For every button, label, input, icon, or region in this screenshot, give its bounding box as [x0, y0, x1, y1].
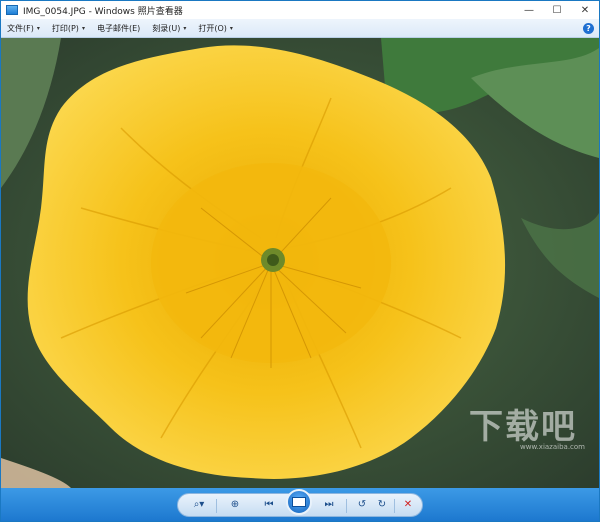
chevron-down-icon: ▾: [183, 24, 187, 32]
photo-viewer-window: IMG_0054.JPG - Windows 照片查看器 — ☐ ✕ 文件(F)…: [0, 0, 600, 522]
maximize-button[interactable]: ☐: [543, 1, 571, 19]
menu-file[interactable]: 文件(F) ▾: [1, 19, 46, 38]
menu-open-label: 打开(O): [198, 23, 227, 33]
actual-size-icon[interactable]: ⊕: [226, 497, 244, 513]
help-icon[interactable]: ?: [583, 23, 594, 34]
slideshow-icon: [292, 496, 306, 507]
photo-viewer-app-icon: [6, 5, 18, 15]
toolbar-divider: [346, 498, 347, 513]
chevron-down-icon: ▾: [36, 24, 40, 32]
photo-display: 下载吧 www.xiazaiba.com: [1, 38, 599, 488]
chevron-down-icon: ▾: [229, 24, 233, 32]
rotate-counterclockwise-icon[interactable]: ↺: [354, 497, 370, 513]
menu-burn[interactable]: 刻录(U) ▾: [146, 19, 192, 38]
menu-open[interactable]: 打开(O) ▾: [192, 19, 239, 38]
toolbar-divider: [216, 498, 217, 513]
delete-icon[interactable]: ✕: [400, 497, 416, 513]
toolbar-divider: [394, 498, 395, 513]
previous-icon[interactable]: ⏮: [258, 497, 280, 513]
slideshow-button[interactable]: [286, 488, 312, 515]
menu-file-label: 文件(F): [7, 23, 34, 33]
watermark-url: www.xiazaiba.com: [520, 443, 585, 451]
chevron-down-icon: ▾: [81, 24, 85, 32]
toolbar-pill: ⌕▾ ⊕ ⏮ ⏭ ↺ ↻ ✕: [177, 488, 423, 517]
minimize-button[interactable]: —: [515, 1, 543, 19]
menu-print-label: 打印(P): [51, 23, 79, 33]
bottom-toolbar: ⌕▾ ⊕ ⏮ ⏭ ↺ ↻ ✕: [1, 488, 599, 521]
menu-bar: 文件(F) ▾ 打印(P) ▾ 电子邮件(E) 刻录(U) ▾ 打开(O) ▾ ?: [1, 19, 599, 38]
rotate-clockwise-icon[interactable]: ↻: [374, 497, 390, 513]
menu-print[interactable]: 打印(P) ▾: [46, 19, 91, 38]
next-icon[interactable]: ⏭: [318, 497, 340, 513]
title-bar: IMG_0054.JPG - Windows 照片查看器 — ☐ ✕: [1, 1, 599, 19]
close-button[interactable]: ✕: [571, 1, 599, 19]
menu-email[interactable]: 电子邮件(E): [91, 19, 146, 38]
menu-burn-label: 刻录(U): [152, 23, 181, 33]
watermark-logo: 下载吧: [469, 407, 577, 447]
zoom-icon[interactable]: ⌕▾: [186, 497, 212, 513]
window-controls: — ☐ ✕: [515, 1, 599, 19]
window-title: IMG_0054.JPG - Windows 照片查看器: [23, 6, 183, 17]
menu-email-label: 电子邮件(E): [96, 23, 141, 33]
